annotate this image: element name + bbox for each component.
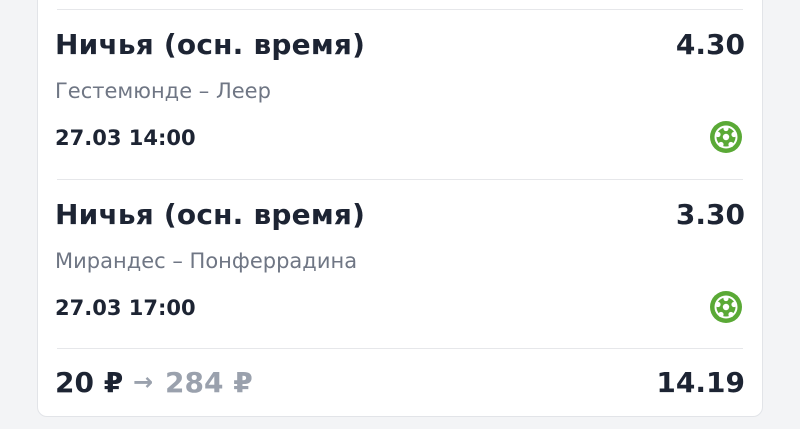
bet-market: Ничья (осн. время) xyxy=(55,28,366,61)
bet-summary: 20 ₽ → 284 ₽ 14.19 xyxy=(55,366,745,406)
bet-odds: 3.30 xyxy=(675,198,745,231)
bet-market: Ничья (осн. время) xyxy=(55,198,366,231)
bet-item[interactable]: Ничья (осн. время) 3.30 Мирандес – Понфе… xyxy=(55,198,745,358)
bet-datetime: 27.03 17:00 xyxy=(55,296,196,320)
potential-payout: 284 ₽ xyxy=(165,366,253,399)
divider xyxy=(57,9,743,10)
bet-match: Гестемюнде – Леер xyxy=(55,79,271,103)
bet-item[interactable]: Ничья (осн. время) 4.30 Гестемюнде – Лее… xyxy=(55,28,745,188)
bet-datetime: 27.03 14:00 xyxy=(55,126,196,150)
stake-amount: 20 ₽ xyxy=(55,366,124,399)
divider xyxy=(57,348,743,349)
bet-slip-card: Ничья (осн. время) 4.30 Гестемюнде – Лее… xyxy=(37,0,763,417)
bet-odds: 4.30 xyxy=(675,28,745,61)
arrow-right-icon: → xyxy=(133,368,154,396)
bet-match: Мирандес – Понферрадина xyxy=(55,249,358,273)
football-icon xyxy=(710,291,742,323)
total-odds: 14.19 xyxy=(656,366,745,399)
football-icon xyxy=(710,121,742,153)
divider xyxy=(57,179,743,180)
